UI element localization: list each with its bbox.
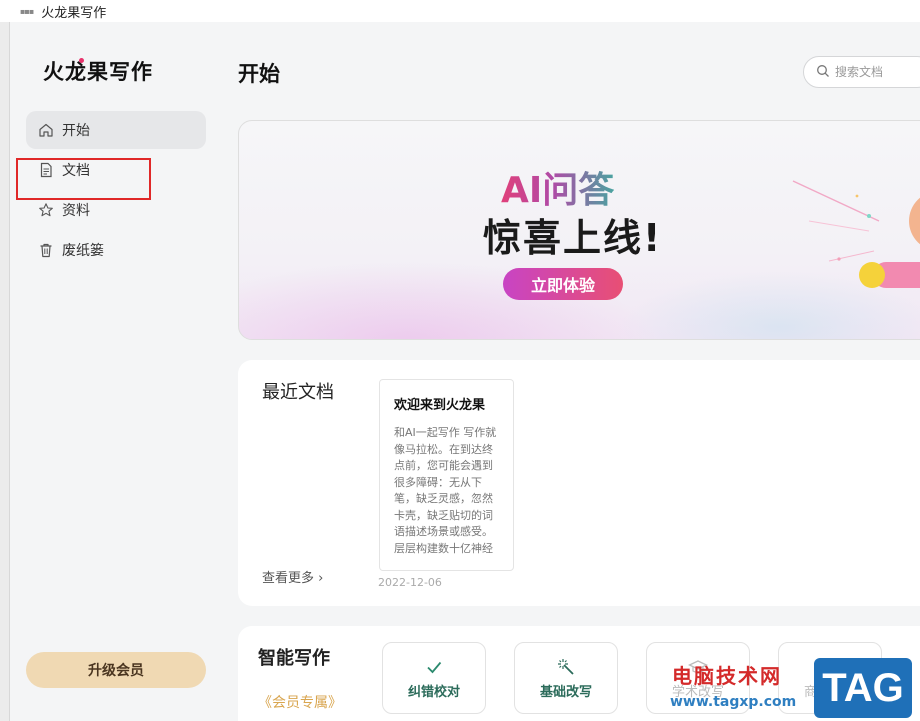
recent-documents-section: 最近文档 欢迎来到火龙果 和AI一起写作 写作就像马拉松。在到达终点前，您可能会…: [238, 360, 920, 606]
view-more-label: 查看更多: [262, 571, 315, 586]
trash-icon: [38, 242, 54, 258]
app-icon: ▪▪▪: [20, 6, 34, 16]
tool-label: 纠错校对: [407, 685, 460, 700]
app-logo: 火龙果写作: [43, 56, 153, 86]
smart-writing-title: 智能写作: [258, 648, 330, 669]
upgrade-member-button[interactable]: 升级会员: [26, 652, 206, 688]
document-title: 欢迎来到火龙果: [394, 398, 486, 413]
banner-decoration: [792, 180, 920, 288]
vip-only-label: 《会员专属》: [258, 695, 342, 711]
search-input[interactable]: [835, 65, 920, 79]
search-box[interactable]: [803, 56, 920, 88]
tool-basic-rewrite[interactable]: 基础改写: [514, 642, 618, 714]
logo-text: 火龙果写作: [43, 60, 153, 84]
view-more-link[interactable]: 查看更多 ›: [262, 567, 323, 586]
sidebar-item-label: 废纸篓: [62, 243, 104, 259]
site-watermark: 电脑技术网 www.tagxp.com TAG: [664, 656, 920, 721]
chevron-right-icon: ›: [318, 571, 324, 586]
tool-label: 基础改写: [539, 685, 592, 700]
sidebar-item-label: 开始: [62, 123, 90, 139]
tool-proofread[interactable]: 纠错校对: [382, 642, 486, 714]
star-icon: [38, 202, 54, 218]
sidebar: 火龙果写作 开始 文档 资料 废纸篓: [11, 22, 216, 721]
document-excerpt: 和AI一起写作 写作就像马拉松。在到达终点前，您可能会遇到很多障碍：无从下笔，缺…: [394, 426, 497, 555]
document-card[interactable]: 欢迎来到火龙果 和AI一起写作 写作就像马拉松。在到达终点前，您可能会遇到很多障…: [379, 379, 514, 571]
check-icon: [427, 661, 442, 674]
recent-documents-title: 最近文档: [262, 382, 334, 403]
sidebar-item-trash[interactable]: 废纸篓: [26, 231, 206, 269]
search-icon: [816, 63, 835, 82]
logo-dot: [79, 58, 84, 63]
watermark-title: 电脑技术网: [672, 664, 782, 688]
home-icon: [38, 122, 54, 138]
sidebar-item-materials[interactable]: 资料: [26, 191, 206, 229]
banner-headline: 惊喜上线!: [483, 216, 663, 260]
ai-qa-banner[interactable]: AI问答 惊喜上线! 立即体验: [238, 120, 920, 340]
sidebar-item-start[interactable]: 开始: [26, 111, 206, 149]
document-date: 2022-12-06: [378, 576, 442, 589]
page-title: 开始: [238, 62, 280, 86]
sidebar-item-label: 资料: [62, 203, 90, 219]
watermark-tag-logo: TAG: [814, 658, 912, 718]
watermark-url: www.tagxp.com: [670, 694, 797, 710]
banner-ai-title: AI问答: [501, 161, 614, 213]
magic-wand-icon: [558, 659, 574, 675]
document-icon: [38, 162, 54, 178]
window-title: 火龙果写作: [41, 5, 107, 21]
try-now-button[interactable]: 立即体验: [503, 268, 623, 300]
window-titlebar: ▪▪▪ 火龙果写作: [0, 0, 920, 22]
sidebar-item-label: 文档: [62, 163, 90, 179]
sidebar-item-documents[interactable]: 文档: [26, 151, 206, 189]
window-left-edge: [0, 22, 10, 721]
